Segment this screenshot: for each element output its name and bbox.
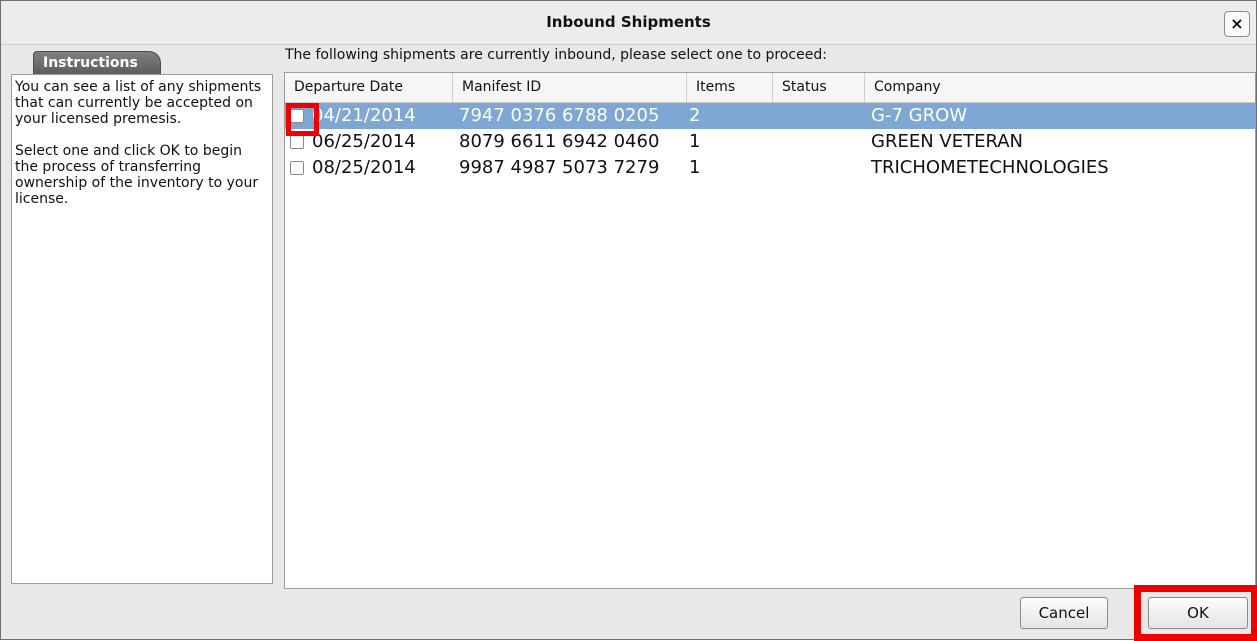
column-header-departure-date[interactable]: Departure Date [285, 73, 453, 103]
close-button[interactable]: × [1224, 11, 1250, 37]
table-row[interactable]: 04/21/2014 7947 0376 6788 0205 2 G-7 GRO… [285, 103, 1255, 129]
close-icon: × [1230, 14, 1244, 33]
checkbox-highlight-box [286, 103, 319, 136]
instructions-paragraph: You can see a list of any shipments that… [15, 79, 262, 127]
items-cell: 1 [689, 131, 701, 152]
company-cell: GREEN VETERAN [871, 131, 1023, 152]
ok-button-highlight-box [1134, 585, 1257, 641]
company-cell: G-7 GROW [871, 105, 968, 126]
dialog-title: Inbound Shipments [546, 13, 711, 31]
departure-date-cell: 06/25/2014 [312, 131, 416, 152]
column-header-status[interactable]: Status [773, 73, 865, 103]
instructions-paragraph: Select one and click OK to begin the pro… [15, 143, 259, 207]
departure-date-cell: 08/25/2014 [312, 157, 416, 178]
column-header-items[interactable]: Items [687, 73, 773, 103]
instructions-sidebar: Instructions You can see a list of any s… [11, 49, 275, 587]
table-header: Departure Date Manifest ID Items Status … [285, 73, 1255, 103]
manifest-id-cell: 9987 4987 5073 7279 [459, 157, 660, 178]
shipments-table: Departure Date Manifest ID Items Status … [284, 72, 1256, 589]
title-bar: Inbound Shipments × [1, 1, 1256, 45]
items-cell: 1 [689, 157, 701, 178]
column-header-company[interactable]: Company [865, 73, 1255, 103]
table-row[interactable]: 08/25/2014 9987 4987 5073 7279 1 TRICHOM… [285, 155, 1255, 181]
selection-prompt: The following shipments are currently in… [285, 47, 827, 63]
instructions-panel: You can see a list of any shipments that… [11, 74, 273, 584]
items-cell: 2 [689, 105, 701, 126]
table-row[interactable]: 06/25/2014 8079 6611 6942 0460 1 GREEN V… [285, 129, 1255, 155]
row-checkbox[interactable] [290, 161, 304, 175]
company-cell: TRICHOMETECHNOLOGIES [871, 157, 1109, 178]
inbound-shipments-dialog: Inbound Shipments × Instructions You can… [0, 0, 1257, 641]
column-header-manifest-id[interactable]: Manifest ID [453, 73, 687, 103]
instructions-tab: Instructions [33, 51, 161, 75]
manifest-id-cell: 8079 6611 6942 0460 [459, 131, 660, 152]
manifest-id-cell: 7947 0376 6788 0205 [459, 105, 660, 126]
departure-date-cell: 04/21/2014 [312, 105, 416, 126]
cancel-button[interactable]: Cancel [1020, 597, 1108, 629]
row-checkbox[interactable] [290, 135, 304, 149]
